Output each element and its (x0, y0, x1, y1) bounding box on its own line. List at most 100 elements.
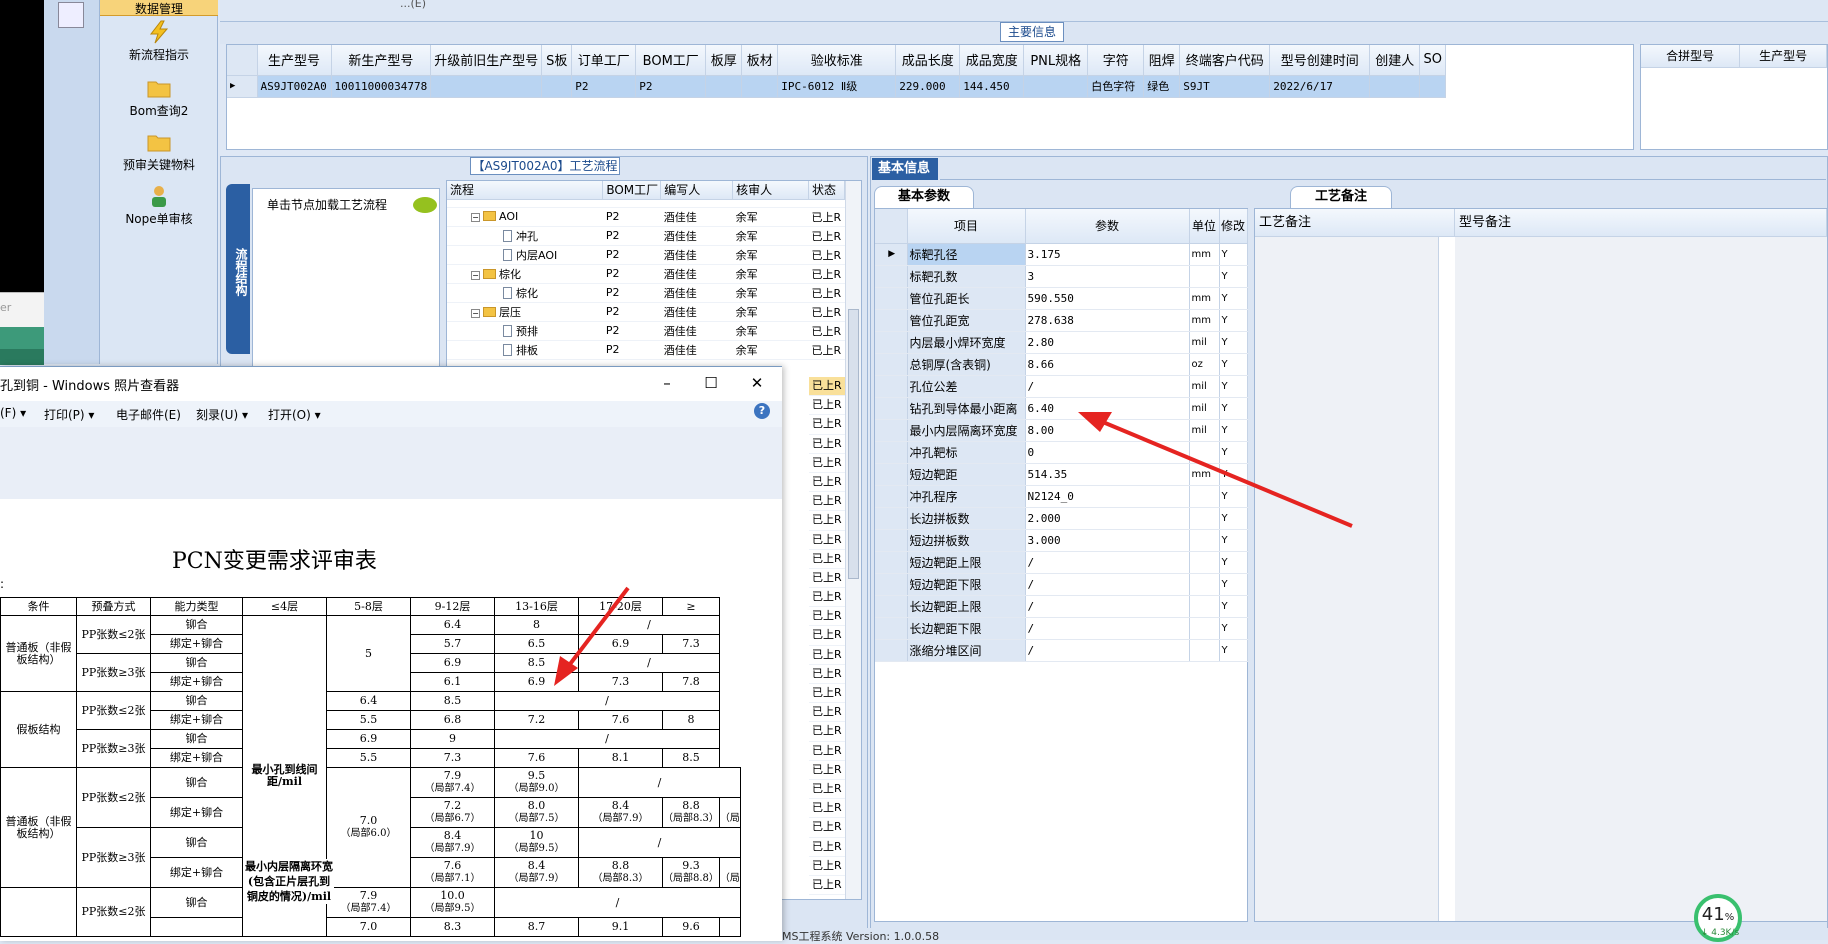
tree-row[interactable]: − AOI P2 酒佳佳 余军 已上R (447, 207, 845, 227)
param-item[interactable]: 长边靶距上限 (907, 595, 1026, 618)
param-unit[interactable] (1189, 595, 1220, 618)
param-row[interactable]: ▶ 标靶孔径 3.175 mm Y (875, 243, 1248, 266)
param-item[interactable]: 短边靶距上限 (907, 551, 1026, 574)
cell[interactable] (1369, 75, 1421, 98)
vertical-scrollbar[interactable] (845, 181, 861, 899)
tree-row[interactable]: − 层压 P2 酒佳佳 余军 已上R (447, 302, 845, 322)
param-value[interactable]: 8.00 (1025, 419, 1190, 442)
param-modify[interactable]: Y (1219, 265, 1248, 288)
param-row[interactable]: 管位孔距长 590.550 mm Y (875, 287, 1248, 310)
col-header[interactable]: 型号备注 (1455, 209, 1827, 237)
col-header[interactable]: 生产型号 (257, 45, 332, 76)
param-value[interactable]: 0 (1025, 441, 1190, 464)
param-value[interactable]: / (1025, 639, 1190, 662)
tree-row[interactable]: 内层AOI P2 酒佳佳 余军 已上R (447, 245, 845, 265)
param-value[interactable]: 6.40 (1025, 397, 1190, 420)
param-value[interactable]: 278.638 (1025, 309, 1190, 332)
cell[interactable]: 白色字符 (1087, 75, 1145, 98)
menu-burn[interactable]: 刻录(U) ▾ (196, 406, 248, 423)
param-unit[interactable] (1189, 573, 1220, 596)
nav-header[interactable]: 数据管理 (100, 0, 218, 16)
param-unit[interactable] (1189, 441, 1220, 464)
param-value[interactable]: 3 (1025, 265, 1190, 288)
cell[interactable]: AS9JT002A0 (257, 75, 332, 98)
basic-info-tab[interactable]: 基本信息 (872, 158, 938, 180)
col-header[interactable]: 单位 (1189, 209, 1220, 244)
param-item[interactable]: 总铜厚(含表铜) (907, 353, 1026, 376)
cell[interactable]: P2 (635, 75, 707, 98)
param-unit[interactable] (1189, 529, 1220, 552)
nav-item-bom-query[interactable]: Bom查询2 (100, 76, 218, 119)
param-unit[interactable] (1189, 485, 1220, 508)
col-header[interactable]: 修改 (1219, 209, 1248, 244)
scrollbar-thumb[interactable] (848, 309, 859, 579)
process-remark-area[interactable] (1255, 237, 1439, 921)
param-row[interactable]: 总铜厚(含表铜) 8.66 oz Y (875, 353, 1248, 376)
merge-model-grid[interactable]: 合拼型号 生产型号 (1640, 44, 1828, 150)
param-value[interactable]: 2.80 (1025, 331, 1190, 354)
minimize-icon[interactable]: – (654, 373, 680, 393)
param-modify[interactable]: Y (1219, 573, 1248, 596)
viewer-titlebar[interactable]: 孔到铜 - Windows 照片查看器 – ☐ ✕ (0, 367, 782, 401)
col-header[interactable]: 型号创建时间 (1269, 45, 1371, 76)
nav-item-pre-review[interactable]: 预审关键物料 (100, 130, 218, 173)
cell[interactable]: 144.450 (959, 75, 1025, 98)
param-modify[interactable]: Y (1219, 397, 1248, 420)
col-header[interactable]: 板厚 (705, 45, 743, 76)
param-modify[interactable]: Y (1219, 595, 1248, 618)
nav-item-nope-review[interactable]: Nope单审核 (100, 184, 218, 227)
col-header[interactable]: 阻焊 (1143, 45, 1181, 76)
menu-open[interactable]: 打开(O) ▾ (268, 406, 321, 423)
col-header[interactable]: BOM工厂 (635, 45, 707, 76)
cell[interactable] (1023, 75, 1089, 98)
param-value[interactable]: 2.000 (1025, 507, 1190, 530)
model-remark-area[interactable] (1455, 237, 1827, 921)
cell[interactable]: 绿色 (1143, 75, 1181, 98)
param-unit[interactable]: mil (1189, 419, 1220, 442)
param-value[interactable]: / (1025, 551, 1190, 574)
close-icon[interactable]: ✕ (744, 373, 770, 393)
cell[interactable]: 229.000 (895, 75, 961, 98)
param-row[interactable]: 冲孔程序 N2124_0 Y (875, 485, 1248, 508)
cell[interactable] (430, 75, 543, 98)
col-header[interactable]: 编写人 (660, 181, 734, 200)
col-header[interactable]: 升级前旧生产型号 (430, 45, 543, 76)
param-modify[interactable]: Y (1219, 463, 1248, 486)
main-grid-row[interactable]: ▶ AS9JT002A0 10011000034778 P2 P2 IPC-60… (227, 75, 1447, 98)
param-unit[interactable]: mm (1189, 287, 1220, 310)
param-row[interactable]: 孔位公差 / mil Y (875, 375, 1248, 398)
param-unit[interactable]: mm (1189, 463, 1220, 486)
col-header[interactable]: 终端客户代码 (1179, 45, 1271, 76)
remarks-grid[interactable]: 工艺备注 型号备注 (1254, 208, 1828, 922)
param-value[interactable]: 3.000 (1025, 529, 1190, 552)
col-header[interactable]: 成品宽度 (959, 45, 1025, 76)
param-row[interactable]: 内层最小焊环宽度 2.80 mil Y (875, 331, 1248, 354)
main-info-grid[interactable]: 生产型号 新生产型号 升级前旧生产型号 S板 订单工厂 BOM工厂 板厚 板材 … (226, 44, 1634, 150)
param-row[interactable]: 最小内层隔离环宽度 8.00 mil Y (875, 419, 1248, 442)
param-item[interactable]: 钻孔到导体最小距离 (907, 397, 1026, 420)
param-item[interactable]: 长边靶距下限 (907, 617, 1026, 640)
param-unit[interactable] (1189, 617, 1220, 640)
param-row[interactable]: 短边拼板数 3.000 Y (875, 529, 1248, 552)
param-unit[interactable]: mil (1189, 375, 1220, 398)
param-modify[interactable]: Y (1219, 617, 1248, 640)
param-modify[interactable]: Y (1219, 529, 1248, 552)
param-modify[interactable]: Y (1219, 309, 1248, 332)
param-item[interactable]: 标靶孔径 (907, 243, 1026, 266)
param-modify[interactable]: Y (1219, 441, 1248, 464)
param-modify[interactable]: Y (1219, 287, 1248, 310)
param-modify[interactable]: Y (1219, 243, 1248, 266)
param-modify[interactable]: Y (1219, 507, 1248, 530)
param-modify[interactable]: Y (1219, 639, 1248, 662)
param-row[interactable]: 冲孔靶标 0 Y (875, 441, 1248, 464)
col-header[interactable]: 核审人 (732, 181, 809, 200)
col-header[interactable]: BOM工厂 (602, 181, 662, 200)
param-value[interactable]: 3.175 (1025, 243, 1190, 266)
param-unit[interactable] (1189, 265, 1220, 288)
param-item[interactable]: 管位孔距长 (907, 287, 1026, 310)
param-row[interactable]: 长边靶距下限 / Y (875, 617, 1248, 640)
cell[interactable]: S9JT (1179, 75, 1271, 98)
cell[interactable] (541, 75, 573, 98)
col-header[interactable]: 新生产型号 (331, 45, 432, 76)
tree-row[interactable]: 棕化 P2 酒佳佳 余军 已上R (447, 283, 845, 303)
